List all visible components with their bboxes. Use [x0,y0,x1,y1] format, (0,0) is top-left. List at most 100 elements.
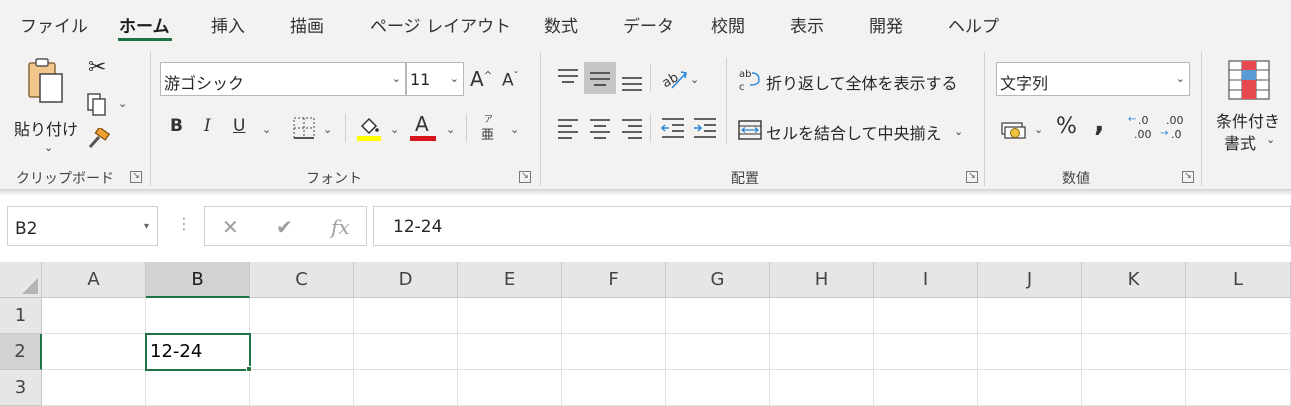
tab-draw[interactable]: 描画 [290,12,324,37]
accounting-format-icon[interactable] [1000,118,1030,142]
align-left-icon[interactable] [556,116,580,140]
column-header-g[interactable]: G [666,262,770,298]
grid-cell[interactable] [666,298,770,334]
column-header-d[interactable]: D [354,262,458,298]
grid-cell[interactable] [354,298,458,334]
check-icon[interactable]: ✔ [276,215,293,239]
insert-function-button[interactable]: fx [331,215,350,239]
shrink-font-button[interactable]: Aˇ [502,72,519,90]
column-header-l[interactable]: L [1186,262,1291,298]
align-top-icon[interactable] [556,66,580,90]
grid-cell[interactable] [770,370,874,406]
tab-data[interactable]: データ [623,12,674,37]
italic-button[interactable]: I [204,118,211,135]
grid-cell[interactable] [874,298,978,334]
grid-cell[interactable] [458,370,562,406]
conditional-formatting-button[interactable]: 条件付き 書式 ⌄ [1210,56,1290,166]
chevron-down-icon[interactable]: ⌄ [118,98,127,109]
fill-handle[interactable] [246,366,252,372]
chevron-down-icon[interactable]: ⌄ [690,74,699,85]
borders-icon[interactable] [292,116,316,140]
phonetic-guide-button[interactable]: ア 亜 [478,112,500,143]
formula-bar-resize-handle[interactable]: ⋮ [176,214,192,233]
column-header-f[interactable]: F [562,262,666,298]
tab-developer[interactable]: 開発 [869,12,903,37]
grid-cell[interactable] [354,370,458,406]
chevron-down-icon[interactable]: ⌄ [1034,124,1043,135]
grid-cell[interactable] [458,298,562,334]
tab-help[interactable]: ヘルプ [948,12,999,37]
grid-cell[interactable] [42,298,146,334]
grid-cell[interactable] [1082,370,1186,406]
tab-view[interactable]: 表示 [790,12,824,37]
column-header-h[interactable]: H [770,262,874,298]
font-color-button[interactable]: A [410,114,436,142]
grid-cell[interactable] [42,370,146,406]
copy-icon[interactable] [86,92,108,118]
font-name-combo[interactable]: 游ゴシック ⌄ [160,62,406,96]
grid-cell[interactable] [1082,298,1186,334]
tab-insert[interactable]: 挿入 [211,12,245,37]
grid-cell[interactable] [562,298,666,334]
chevron-down-icon[interactable]: ⌄ [390,124,399,135]
grid-cell[interactable] [666,370,770,406]
row-header-3[interactable]: 3 [0,370,42,406]
row-header-2[interactable]: 2 [0,334,42,370]
align-bottom-icon[interactable] [620,68,644,94]
bold-button[interactable]: B [170,118,183,135]
grid-cell[interactable] [1082,334,1186,370]
row-header-1[interactable]: 1 [0,298,42,334]
grid-cell[interactable] [978,370,1082,406]
scissors-icon[interactable]: ✂ [88,57,106,79]
clipboard-launcher-icon[interactable]: ↘ [130,171,142,183]
grid-cell[interactable] [250,298,354,334]
column-header-a[interactable]: A [42,262,146,298]
grid-cell[interactable] [146,298,250,334]
column-header-c[interactable]: C [250,262,354,298]
grid-cell[interactable] [874,370,978,406]
column-header-b[interactable]: B [146,262,250,298]
column-header-e[interactable]: E [458,262,562,298]
orientation-icon[interactable]: ab [660,64,688,92]
grid-cell[interactable] [42,334,146,370]
align-middle-button[interactable] [584,62,616,94]
grid-cell[interactable] [250,334,354,370]
grid-cell[interactable] [666,334,770,370]
grid-cell[interactable] [146,370,250,406]
grid-cell[interactable] [770,334,874,370]
grid-cell[interactable] [1186,370,1291,406]
chevron-down-icon[interactable]: ⌄ [323,124,332,135]
merge-center-button[interactable]: セルを結合して中央揃え ⌄ [738,116,968,144]
grid-cell[interactable] [250,370,354,406]
grid-cell[interactable] [770,298,874,334]
font-size-combo[interactable]: 11 ⌄ [406,62,464,96]
align-center-icon[interactable] [588,116,612,140]
increase-indent-icon[interactable] [692,116,718,140]
paste-button[interactable]: 貼り付け ⌄ [10,54,78,154]
grid-cell[interactable] [978,334,1082,370]
tab-home[interactable]: ホーム [119,12,170,37]
grid-cell[interactable] [1186,334,1291,370]
column-header-k[interactable]: K [1082,262,1186,298]
chevron-down-icon[interactable]: ⌄ [262,124,271,135]
tab-review[interactable]: 校閲 [711,12,745,37]
formula-input[interactable]: 12-24 [373,206,1291,246]
underline-button[interactable]: U [233,118,245,135]
percent-style-button[interactable]: % [1056,116,1077,138]
tab-file[interactable]: ファイル [20,12,88,37]
chevron-down-icon[interactable]: ⌄ [510,124,519,135]
cell-b2[interactable]: 12-24 [145,333,251,371]
alignment-launcher-icon[interactable]: ↘ [966,171,978,183]
number-launcher-icon[interactable]: ↘ [1182,171,1194,183]
tab-formulas[interactable]: 数式 [544,12,578,37]
cancel-icon[interactable]: ✕ [222,215,239,239]
font-launcher-icon[interactable]: ↘ [519,171,531,183]
grid-cell[interactable] [978,298,1082,334]
column-header-i[interactable]: I [874,262,978,298]
grid-cell[interactable] [458,334,562,370]
select-all-button[interactable] [0,262,42,298]
column-header-j[interactable]: J [978,262,1082,298]
grid-cell[interactable] [1186,298,1291,334]
decrease-decimal-button[interactable]: .00 → .0 [1158,114,1188,144]
tab-page-layout[interactable]: ページ レイアウト [370,12,511,37]
